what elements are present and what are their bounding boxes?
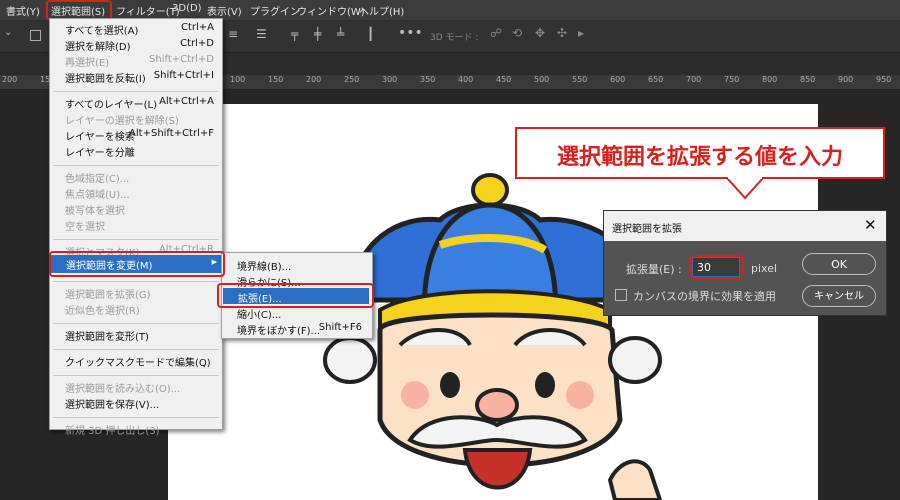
- select-menu-item: レイヤーの選択を解除(S): [50, 110, 222, 127]
- menu-item-label: レイヤーの選択を解除(S): [65, 116, 179, 127]
- select-menu-item: 焦点領域(U)...: [50, 184, 222, 201]
- menu-item-label: 選択範囲を変形(T): [65, 332, 149, 343]
- menu-item-label: 選択を解除(D): [65, 42, 131, 53]
- menu-item-label: 空を選択: [65, 222, 105, 233]
- select-menu-item[interactable]: すべてのレイヤー(L) Alt+Ctrl+A: [50, 94, 222, 111]
- callout-pointer: [725, 176, 765, 200]
- menu-item-label: 焦点領域(U)...: [65, 190, 130, 201]
- expand-item-highlight: [217, 283, 374, 308]
- menu-item-label: 被写体を選択: [65, 206, 125, 217]
- select-menu-item[interactable]: レイヤーを検索 Alt+Shift+Ctrl+F: [50, 126, 222, 143]
- menu-item-label: 色域指定(C)...: [65, 174, 130, 185]
- ok-button[interactable]: OK: [802, 253, 876, 275]
- canvas-bounds-checkbox[interactable]: [615, 289, 627, 301]
- submenu-item-label: 境界をぼかす(F)...: [237, 326, 321, 337]
- menu-item-label: 近似色を選択(R): [65, 306, 140, 317]
- input-highlight: [690, 255, 744, 279]
- select-menu-item: 再選択(E) Shift+Ctrl+D: [50, 52, 222, 69]
- select-menu-item: 色域指定(C)...: [50, 168, 222, 185]
- menu-separator: [53, 239, 219, 240]
- menu-item-label: すべてを選択(A): [65, 26, 139, 37]
- select-menu-item: 選択範囲を拡張(G): [50, 284, 222, 301]
- select-menu-dropdown: すべてを選択(A) Ctrl+A 選択を解除(D) Ctrl+D 再選択(E) Shift…: [49, 18, 223, 437]
- submenu-item-label: 縮小(C)...: [237, 310, 282, 321]
- submenu-item[interactable]: 境界線(B)...: [222, 256, 372, 273]
- menu-item-shortcut: Alt+Ctrl+A: [159, 96, 214, 107]
- dialog-title: 選択範囲を拡張: [612, 224, 682, 235]
- instruction-callout: 選択範囲を拡張する値を入力: [515, 127, 885, 179]
- menu-item-shortcut: Alt+Shift+Ctrl+F: [129, 128, 214, 139]
- select-menu-item[interactable]: すべてを選択(A) Ctrl+A: [50, 20, 222, 37]
- menu-separator: [53, 417, 219, 418]
- menu-item-shortcut: Ctrl+A: [180, 22, 214, 33]
- menu-item-shortcut: Shift+Ctrl+I: [153, 70, 214, 81]
- submenu-item-shortcut: Shift+F6: [318, 322, 362, 333]
- menu-item-label: 選択範囲を保存(V)...: [65, 400, 160, 411]
- select-menu-item: 選択範囲を読み込む(O)...: [50, 378, 222, 395]
- menu-item-label: レイヤーを検索: [65, 132, 135, 143]
- expand-amount-label: 拡張量(E) :: [626, 263, 682, 276]
- menu-separator: [53, 281, 219, 282]
- menu-separator: [53, 349, 219, 350]
- menu-item-label: 再選択(E): [65, 58, 110, 69]
- menu-separator: [53, 375, 219, 376]
- submenu-item[interactable]: 境界をぼかす(F)... Shift+F6: [222, 320, 372, 337]
- select-menu-item[interactable]: 選択範囲を変形(T): [50, 326, 222, 343]
- menu-item-shortcut: Ctrl+D: [180, 38, 214, 49]
- canvas-bounds-label: カンバスの境界に効果を適用: [633, 290, 776, 303]
- menu-item-label: レイヤーを分離: [65, 148, 135, 159]
- callout-text: 選択範囲を拡張する値を入力: [556, 145, 843, 170]
- select-menu-item[interactable]: クイックマスクモードで編集(Q): [50, 352, 222, 369]
- submenu-item-label: 境界線(B)...: [237, 262, 292, 273]
- menu-item-shortcut: Shift+Ctrl+D: [149, 54, 214, 65]
- select-menu-item[interactable]: 選択範囲を反転(I) Shift+Ctrl+I: [50, 68, 222, 85]
- select-menu-item[interactable]: 選択を解除(D) Ctrl+D: [50, 36, 222, 53]
- select-menu-item: 空を選択: [50, 216, 222, 233]
- select-menu-item: 被写体を選択: [50, 200, 222, 217]
- menu-separator: [53, 323, 219, 324]
- cancel-button[interactable]: キャンセル: [802, 285, 876, 307]
- select-menu-item: 新規 3D 押し出し(3): [50, 420, 222, 437]
- menu-item-label: 選択範囲を拡張(G): [65, 290, 151, 301]
- menu-item-label: 選択範囲を反転(I): [65, 74, 146, 85]
- menu-item-label: すべてのレイヤー(L): [65, 100, 157, 111]
- unit-label: pixel: [751, 262, 778, 275]
- select-menu-item: 近似色を選択(R): [50, 300, 222, 317]
- menu-separator: [53, 91, 219, 92]
- menu-separator: [53, 165, 219, 166]
- expand-selection-dialog: 選択範囲を拡張 ✕ 拡張量(E) : 30 pixel カンバスの境界に効果を適…: [603, 210, 887, 316]
- modify-item-highlight: [49, 251, 225, 277]
- close-icon[interactable]: ✕: [864, 216, 877, 234]
- select-menu-item[interactable]: 選択範囲を保存(V)...: [50, 394, 222, 411]
- select-menu-item[interactable]: レイヤーを分離: [50, 142, 222, 159]
- menu-item-label: 選択範囲を読み込む(O)...: [65, 384, 181, 395]
- menu-item-label: 新規 3D 押し出し(3): [65, 426, 160, 437]
- menu-item-label: クイックマスクモードで編集(Q): [65, 358, 211, 369]
- face-icon: [323, 312, 663, 500]
- dialog-titlebar: 選択範囲を拡張 ✕: [604, 211, 886, 241]
